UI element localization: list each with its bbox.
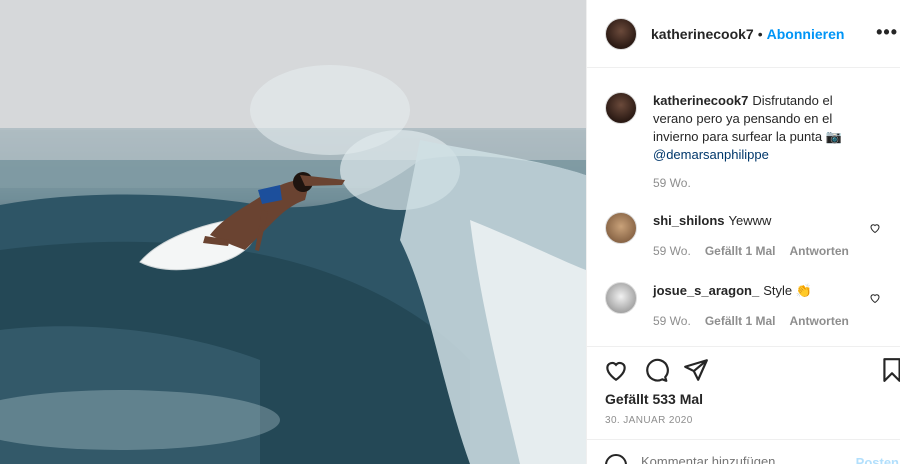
comments-list[interactable]: katherinecook7 Disfrutando el verano pero… — [587, 68, 900, 346]
bookmark-icon[interactable] — [879, 357, 900, 383]
comment-username[interactable]: shi_shilons — [653, 213, 725, 228]
comment-text: Yewww — [728, 213, 772, 228]
surf-photo-illustration — [0, 0, 586, 464]
commenter-avatar[interactable] — [605, 282, 637, 314]
heart-icon[interactable] — [603, 357, 629, 383]
post-header: katherinecook7 • Abonnieren ••• — [587, 0, 900, 68]
caption-username[interactable]: katherinecook7 — [653, 93, 748, 108]
comment-likes[interactable]: Gefällt 1 Mal — [705, 244, 776, 258]
more-options-icon[interactable]: ••• — [876, 22, 898, 43]
header-separator: • — [757, 25, 763, 42]
comment-username[interactable]: josue_s_aragon_ — [653, 283, 759, 298]
comment-icon[interactable] — [643, 357, 669, 383]
author-username[interactable]: katherinecook7 — [651, 26, 754, 42]
caption-body: katherinecook7 Disfrutando el verano pero… — [653, 92, 875, 164]
comment-body: shi_shilons Yewww — [653, 212, 875, 230]
caption-mention[interactable]: @demarsanphilippe — [653, 147, 769, 162]
caption-time[interactable]: 59 Wo. — [653, 176, 691, 190]
reply-button[interactable]: Antworten — [790, 244, 849, 258]
post-photo[interactable] — [0, 0, 586, 464]
comment-like-icon[interactable] — [869, 222, 881, 234]
comment-input[interactable] — [641, 454, 821, 464]
post-actions: Gefällt 533 Mal 30. JANUAR 2020 Posten — [587, 346, 900, 464]
paper-plane-icon[interactable] — [683, 357, 709, 383]
author-avatar[interactable] — [605, 17, 637, 50]
commenter-avatar[interactable] — [605, 212, 637, 244]
comment-meta: 59 Wo. Gefällt 1 Mal Antworten — [653, 314, 849, 328]
caption-item: katherinecook7 Disfrutando el verano pero… — [605, 92, 895, 192]
comment-meta: 59 Wo. Gefällt 1 Mal Antworten — [653, 244, 849, 258]
comment-text: Style 👏 — [763, 283, 812, 298]
reply-button[interactable]: Antworten — [790, 314, 849, 328]
comment-body: josue_s_aragon_ Style 👏 — [653, 282, 875, 300]
add-comment-bar: Posten — [587, 439, 900, 464]
list-item: shi_shilons Yewww 59 Wo. Gefällt 1 Mal An… — [605, 212, 895, 260]
list-item: josue_s_aragon_ Style 👏 59 Wo. Gefällt 1 … — [605, 282, 895, 330]
likes-count[interactable]: Gefällt 533 Mal — [605, 391, 703, 407]
post-comment-button[interactable]: Posten — [856, 455, 899, 464]
post-side-panel: katherinecook7 • Abonnieren ••• katherin… — [586, 0, 900, 464]
follow-button[interactable]: Abonnieren — [767, 26, 845, 42]
comment-like-icon[interactable] — [869, 292, 881, 304]
comment-likes[interactable]: Gefällt 1 Mal — [705, 314, 776, 328]
caption-avatar[interactable] — [605, 92, 637, 124]
smiley-icon[interactable] — [605, 454, 627, 464]
caption-meta: 59 Wo. — [653, 176, 691, 190]
post-date[interactable]: 30. JANUAR 2020 — [605, 415, 693, 426]
comment-time[interactable]: 59 Wo. — [653, 314, 691, 328]
comment-time[interactable]: 59 Wo. — [653, 244, 691, 258]
